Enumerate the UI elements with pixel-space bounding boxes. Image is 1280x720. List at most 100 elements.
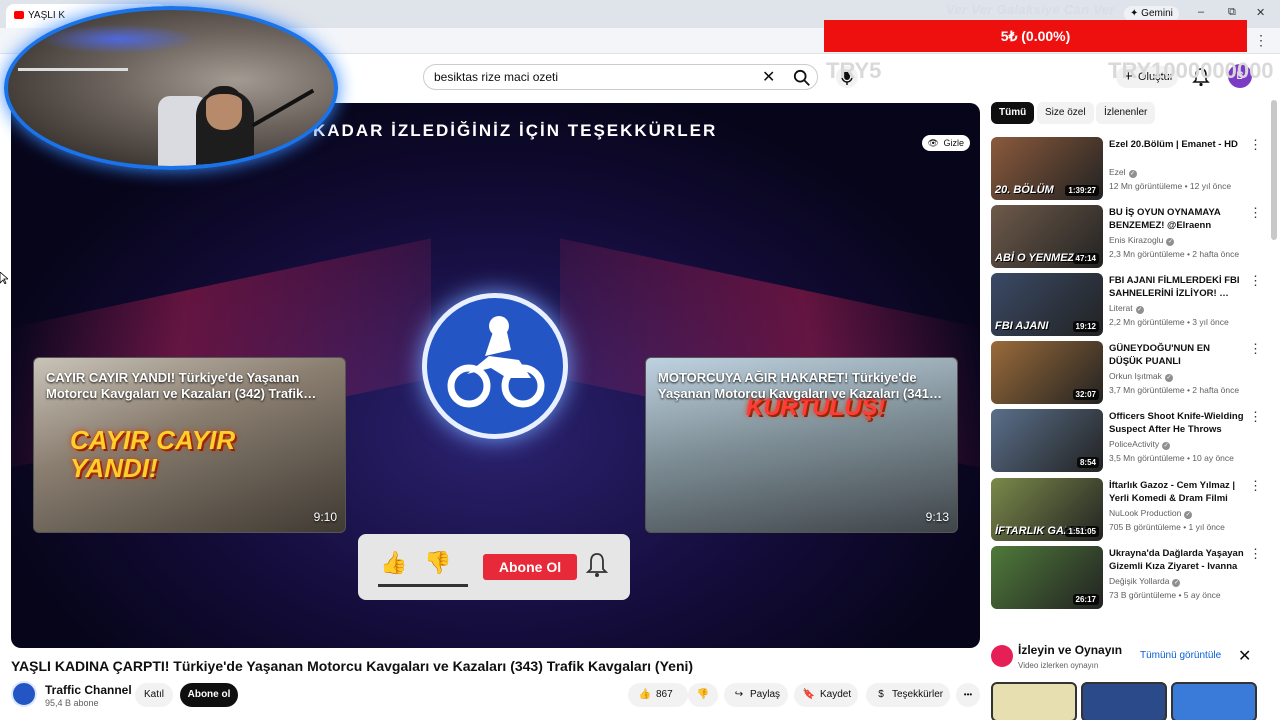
- chip-watched[interactable]: İzlenenler: [1096, 102, 1156, 124]
- thumbs-up-icon: 👍: [638, 689, 652, 700]
- endscreen-video-card[interactable]: CAYIR CAYIR YANDI! CAYIR CAYIR YANDI! Tü…: [33, 357, 346, 533]
- recommendation-channel[interactable]: Ezel ✓: [1109, 167, 1137, 178]
- mouse-cursor-icon: [0, 272, 8, 284]
- channel-label: NuLook Production: [1109, 508, 1182, 518]
- recommendation-channel[interactable]: Literat ✓: [1109, 303, 1144, 314]
- video-thumbnail[interactable]: 26:17: [991, 546, 1103, 609]
- recommendation-title[interactable]: Ukrayna'da Dağlarda Yaşayan Gizemli Kıza…: [1109, 547, 1245, 573]
- join-button[interactable]: Katıl: [135, 683, 173, 707]
- close-window-icon[interactable]: ✕: [1256, 6, 1265, 19]
- video-thumbnail[interactable]: FBI AJANI 19:12: [991, 273, 1103, 336]
- video-duration: 8:54: [1076, 457, 1099, 468]
- channel-avatar[interactable]: [11, 681, 37, 707]
- like-icon: 👍: [380, 550, 408, 575]
- thanks-dollar-icon: $: [878, 689, 884, 700]
- dislike-button[interactable]: 👎: [688, 683, 718, 707]
- channel-label: Enis Kirazoglu: [1109, 235, 1164, 245]
- sidebar-scrollbar[interactable]: [1271, 100, 1277, 240]
- clear-search-icon[interactable]: ✕: [762, 67, 775, 87]
- verified-icon: ✓: [1184, 511, 1193, 519]
- share-button[interactable]: ↪ Paylaş: [724, 683, 788, 707]
- video-duration: 26:17: [1072, 594, 1099, 605]
- game-thumbnail[interactable]: [991, 682, 1077, 720]
- save-button[interactable]: 🔖 Kaydet: [794, 683, 858, 707]
- gemini-label: Gemini: [1141, 8, 1173, 19]
- recommendation-item[interactable]: 26:17 Ukrayna'da Dağlarda Yaşayan Gizemli…: [991, 546, 1266, 610]
- game-thumbnail[interactable]: [1081, 682, 1167, 720]
- tab-title: YAŞLI K: [28, 10, 66, 21]
- recommendation-title[interactable]: Officers Shoot Knife-Wielding Suspect Af…: [1109, 410, 1245, 436]
- recommendation-channel[interactable]: PoliceActivity ✓: [1109, 439, 1171, 450]
- more-options-icon[interactable]: ⋮: [1249, 273, 1262, 289]
- more-options-icon[interactable]: ⋮: [1249, 478, 1262, 494]
- view-all-link[interactable]: Tümünü görüntüle: [1140, 650, 1221, 661]
- recommendation-title[interactable]: GÜNEYDOĞU'NUN EN DÜŞÜK PUANLI RESTORANTL…: [1109, 342, 1245, 368]
- verified-icon: ✓: [1162, 442, 1171, 450]
- recommendation-item[interactable]: 8:54 Officers Shoot Knife-Wielding Suspec…: [991, 409, 1266, 473]
- recommendation-item[interactable]: FBI AJANI 19:12 FBI AJANI FİLMLERDEKİ FBI …: [991, 273, 1266, 337]
- video-thumbnail[interactable]: 20. BÖLÜM 1:39:27: [991, 137, 1103, 200]
- hide-endscreen-button[interactable]: 👁 Gizle: [921, 135, 970, 151]
- channel-logo-motorcycle: [422, 293, 568, 439]
- video-title: YAŞLI KADINA ÇARPTI! Türkiye'de Yaşanan …: [11, 658, 694, 674]
- thumbnail-text: 20. BÖLÜM: [995, 184, 1054, 196]
- webcam-streamer-head: [206, 86, 242, 130]
- recommendation-title[interactable]: İftarlık Gazoz - Cem Yılmaz | Yerli Kome…: [1109, 479, 1245, 505]
- recommendation-channel[interactable]: Değişik Yollarda ✓: [1109, 576, 1181, 587]
- recommendation-channel[interactable]: NuLook Production ✓: [1109, 508, 1193, 519]
- recommendation-meta: 12 Mn görüntüleme • 12 yıl önce: [1109, 181, 1232, 191]
- recommendation-channel[interactable]: Enis Kirazoglu ✓: [1109, 235, 1175, 246]
- minimize-icon[interactable]: –: [1198, 6, 1204, 18]
- search-box[interactable]: ✕: [423, 64, 818, 90]
- recommendation-title[interactable]: FBI AJANI FİLMLERDEKİ FBI SAHNELERİNİ İZ…: [1109, 274, 1245, 300]
- recommendation-meta: 3,7 Mn görüntüleme • 2 hafta önce: [1109, 385, 1240, 395]
- bell-icon: [585, 553, 609, 577]
- verified-icon: ✓: [1166, 238, 1175, 246]
- video-thumbnail[interactable]: 8:54: [991, 409, 1103, 472]
- like-button[interactable]: 👍 867: [628, 683, 688, 707]
- video-thumbnail[interactable]: İFTARLIK GAZOZ 1:51:05: [991, 478, 1103, 541]
- video-player[interactable]: KADAR İZLEDİĞİNİZ İÇİN TEŞEKKÜRLER 👁 Giz…: [11, 103, 980, 648]
- recommendation-item[interactable]: 20. BÖLÜM 1:39:27 Ezel 20.Bölüm | Emanet -…: [991, 137, 1266, 201]
- chip-for-you[interactable]: Size özel: [1037, 102, 1094, 124]
- webcam-mic-arm: [251, 88, 315, 128]
- channel-name[interactable]: Traffic Channel: [45, 683, 132, 697]
- video-thumbnail[interactable]: ABİ O YENMEZ! 47:14: [991, 205, 1103, 268]
- recommendation-meta: 73 B görüntüleme • 5 ay önce: [1109, 590, 1221, 600]
- endscreen-thanks-text: KADAR İZLEDİĞİNİZ İÇİN TEŞEKKÜRLER: [313, 121, 718, 140]
- stream-overlay-title: Ver Ver Galaksiye Can Ver: [946, 2, 1115, 17]
- search-icon[interactable]: [792, 69, 812, 87]
- more-options-icon[interactable]: ⋮: [1249, 341, 1262, 357]
- more-options-icon[interactable]: ⋮: [1249, 137, 1262, 153]
- close-icon[interactable]: ✕: [1238, 646, 1251, 666]
- hide-label: Gizle: [943, 138, 964, 148]
- video-thumbnail[interactable]: 32:07: [991, 341, 1103, 404]
- channel-label: Orkun Işıtmak: [1109, 371, 1162, 381]
- endscreen-video-card[interactable]: KURTULUŞ! MOTORCUYA AĞIR HAKARET! Türkiy…: [645, 357, 958, 533]
- recommendation-title[interactable]: BU İŞ OYUN OYNAMAYA BENZEMEZ! @Elraenn Y…: [1109, 206, 1245, 232]
- streamer-webcam: [4, 6, 338, 170]
- motorcycle-icon: [447, 316, 545, 408]
- card-duration: 9:10: [313, 510, 337, 524]
- recommendation-channel[interactable]: Orkun Işıtmak ✓: [1109, 371, 1173, 382]
- recommendation-title[interactable]: Ezel 20.Bölüm | Emanet - HD: [1109, 138, 1245, 151]
- game-thumbnail[interactable]: [1171, 682, 1257, 720]
- search-input[interactable]: [434, 70, 754, 84]
- dislike-icon: 👎: [424, 550, 452, 575]
- chip-all[interactable]: Tümü: [991, 102, 1035, 124]
- eye-off-icon: 👁: [927, 138, 939, 148]
- webcam-shelf: [18, 68, 128, 71]
- recommendation-meta: 705 B görüntüleme • 1 yıl önce: [1109, 522, 1225, 532]
- verified-icon: ✓: [1135, 306, 1144, 314]
- thanks-button[interactable]: $ Teşekkürler: [866, 683, 950, 707]
- maximize-icon[interactable]: ⧉: [1228, 6, 1236, 19]
- more-options-icon[interactable]: ⋮: [1249, 546, 1262, 562]
- recommendation-item[interactable]: ABİ O YENMEZ! 47:14 BU İŞ OYUN OYNAMAYA BE…: [991, 205, 1266, 269]
- subscribe-button[interactable]: Abone ol: [180, 683, 238, 707]
- recommendation-item[interactable]: 32:07 GÜNEYDOĞU'NUN EN DÜŞÜK PUANLI RESTO…: [991, 341, 1266, 405]
- more-options-icon[interactable]: ⋮: [1249, 409, 1262, 425]
- recommendation-item[interactable]: İFTARLIK GAZOZ 1:51:05 İftarlık Gazoz - Ce…: [991, 478, 1266, 542]
- more-actions-button[interactable]: •••: [956, 683, 980, 707]
- browser-menu-icon[interactable]: ⋮: [1254, 32, 1268, 49]
- more-options-icon[interactable]: ⋮: [1249, 205, 1262, 221]
